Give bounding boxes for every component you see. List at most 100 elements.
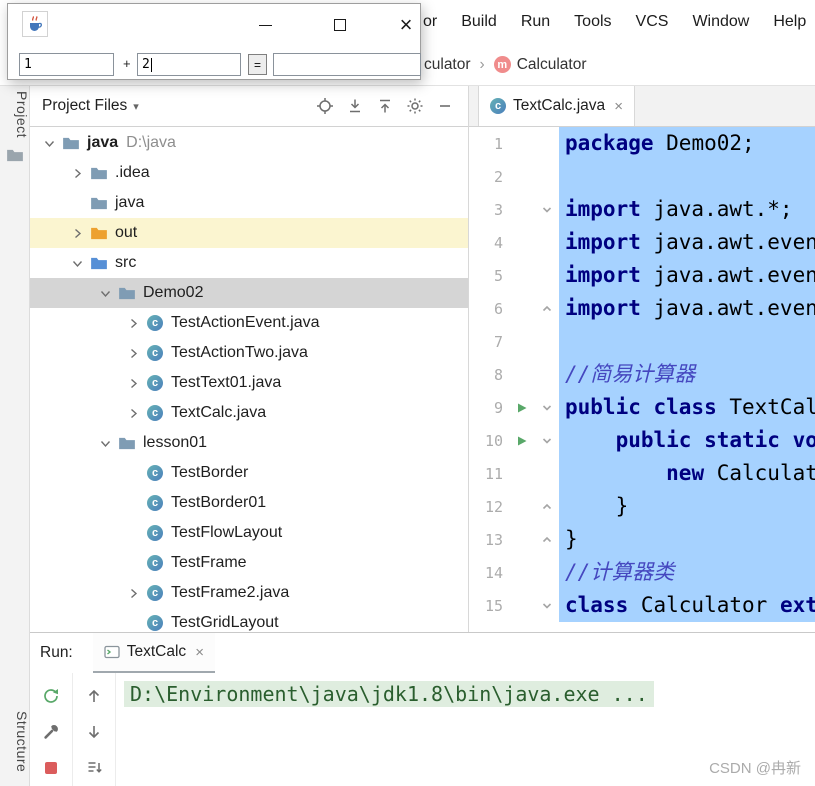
wrench-button[interactable]: [41, 723, 61, 741]
fold-up-icon[interactable]: [535, 501, 559, 513]
chevron-collapsed-icon[interactable]: [66, 227, 88, 240]
chevron-expanded-icon[interactable]: [66, 257, 88, 270]
rerun-button[interactable]: [41, 687, 61, 705]
fold-up-icon[interactable]: [535, 534, 559, 546]
class-icon: c: [144, 405, 166, 421]
chevron-collapsed-icon[interactable]: [66, 167, 88, 180]
menu-item-run[interactable]: Run: [521, 13, 550, 31]
tree-item-label: .idea: [115, 164, 150, 181]
editor-tab-textcalc[interactable]: c TextCalc.java ×: [478, 86, 635, 126]
collapse-all-button[interactable]: [370, 92, 400, 120]
tool-window-button-project[interactable]: Project: [0, 91, 30, 138]
code-text: import java.awt.*;: [559, 193, 815, 226]
line-number: 1: [493, 134, 503, 153]
project-tree: java D:\java .idea java out src Demo02 c TestAct…: [30, 128, 468, 632]
project-panel: Project Files ▾ java D:\java .idea java out s…: [30, 86, 469, 632]
maximize-button[interactable]: [314, 4, 366, 46]
left-tool-strip: Project Structure: [0, 86, 30, 786]
settings-button[interactable]: [400, 92, 430, 120]
close-icon[interactable]: ×: [195, 644, 204, 661]
menu-item-vcs[interactable]: VCS: [636, 13, 669, 31]
chevron-collapsed-icon[interactable]: [122, 377, 144, 390]
tool-window-button-structure[interactable]: Structure: [0, 711, 30, 772]
calculator-window[interactable]: × 1 + 2 =: [7, 3, 421, 80]
code-area[interactable]: 1 package Demo02; 2 3 import java.awt.*; 4 imp…: [469, 127, 815, 632]
line-number: 9: [493, 398, 503, 417]
tree-item-label: TestFlowLayout: [171, 524, 283, 541]
tree-item-out[interactable]: out: [30, 218, 468, 248]
chevron-collapsed-icon[interactable]: [122, 407, 144, 420]
code-line-15: 15 class Calculator exte: [469, 589, 815, 622]
tree-item-lesson01[interactable]: lesson01: [30, 428, 468, 458]
chevron-expanded-icon[interactable]: [94, 287, 116, 300]
tree-item-testborder[interactable]: c TestBorder: [30, 458, 468, 488]
code-text: public class TextCalc: [559, 391, 815, 424]
tree-item-src[interactable]: src: [30, 248, 468, 278]
code-line-7: 7: [469, 325, 815, 358]
run-tab-textcalc[interactable]: TextCalc ×: [92, 633, 215, 673]
menu-item-window[interactable]: Window: [692, 13, 749, 31]
breadcrumb-item-culator[interactable]: culator: [424, 56, 471, 74]
folder-icon[interactable]: [6, 148, 24, 168]
line-number: 6: [493, 299, 503, 318]
tree-item-demo02[interactable]: Demo02: [30, 278, 468, 308]
result-field[interactable]: [273, 53, 421, 76]
source-folder-icon: [88, 256, 110, 271]
project-view-dropdown[interactable]: Project Files: [42, 97, 127, 115]
code-line-2: 2: [469, 160, 815, 193]
down-arrow-button[interactable]: [84, 723, 104, 741]
breadcrumb-item-calculator[interactable]: m Calculator: [493, 56, 586, 74]
fold-up-icon[interactable]: [535, 303, 559, 315]
tree-item-java[interactable]: java D:\java: [30, 128, 468, 158]
tree-item-testflowlayout[interactable]: c TestFlowLayout: [30, 518, 468, 548]
tree-item-testactiontwo-java[interactable]: c TestActionTwo.java: [30, 338, 468, 368]
tree-item-label: Demo02: [143, 284, 204, 301]
line-number: 11: [484, 464, 503, 483]
code-text: public static voi: [559, 424, 815, 457]
calculator-titlebar[interactable]: ×: [8, 4, 420, 46]
fold-down-icon[interactable]: [535, 402, 559, 414]
chevron-collapsed-icon[interactable]: [122, 347, 144, 360]
minimize-button[interactable]: [239, 4, 291, 46]
close-button[interactable]: ×: [380, 4, 432, 46]
equals-button[interactable]: =: [248, 54, 267, 75]
up-arrow-button[interactable]: [84, 687, 104, 705]
chevron-collapsed-icon[interactable]: [122, 587, 144, 600]
class-icon: c: [144, 495, 166, 511]
locate-button[interactable]: [310, 92, 340, 120]
tree-item-idea[interactable]: .idea: [30, 158, 468, 188]
chevron-expanded-icon[interactable]: [38, 137, 60, 150]
code-line-3: 3 import java.awt.*;: [469, 193, 815, 226]
tree-item-testtext01-java[interactable]: c TestText01.java: [30, 368, 468, 398]
fold-down-icon[interactable]: [535, 204, 559, 216]
menu-item-build[interactable]: Build: [461, 13, 497, 31]
method-icon: m: [493, 56, 511, 73]
run-gutter-icon[interactable]: [509, 435, 535, 447]
excluded-folder-icon: [88, 226, 110, 241]
tree-item-label: TestBorder: [171, 464, 249, 481]
operand2-field[interactable]: 2: [137, 53, 241, 76]
fold-down-icon[interactable]: [535, 435, 559, 447]
expand-all-button[interactable]: [340, 92, 370, 120]
tree-item-testframe[interactable]: c TestFrame: [30, 548, 468, 578]
fold-down-icon[interactable]: [535, 600, 559, 612]
tree-item-java[interactable]: java: [30, 188, 468, 218]
chevron-collapsed-icon[interactable]: [122, 317, 144, 330]
stop-button[interactable]: [41, 759, 61, 777]
chevron-expanded-icon[interactable]: [94, 437, 116, 450]
code-text: }: [559, 523, 815, 556]
menu-item-tools[interactable]: Tools: [574, 13, 611, 31]
tree-item-testborder01[interactable]: c TestBorder01: [30, 488, 468, 518]
scroll-to-end-button[interactable]: [84, 759, 104, 777]
class-icon: c: [144, 585, 166, 601]
tree-item-testactionevent-java[interactable]: c TestActionEvent.java: [30, 308, 468, 338]
tree-item-testframe2-java[interactable]: c TestFrame2.java: [30, 578, 468, 608]
run-gutter-icon[interactable]: [509, 402, 535, 414]
operand1-field[interactable]: 1: [19, 53, 114, 76]
menu-item-help[interactable]: Help: [773, 13, 806, 31]
hide-button[interactable]: [430, 92, 460, 120]
close-icon[interactable]: ×: [614, 98, 623, 115]
tree-item-testgridlayout[interactable]: c TestGridLayout: [30, 608, 468, 632]
tree-item-textcalc-java[interactable]: c TextCalc.java: [30, 398, 468, 428]
line-number: 10: [484, 431, 503, 450]
